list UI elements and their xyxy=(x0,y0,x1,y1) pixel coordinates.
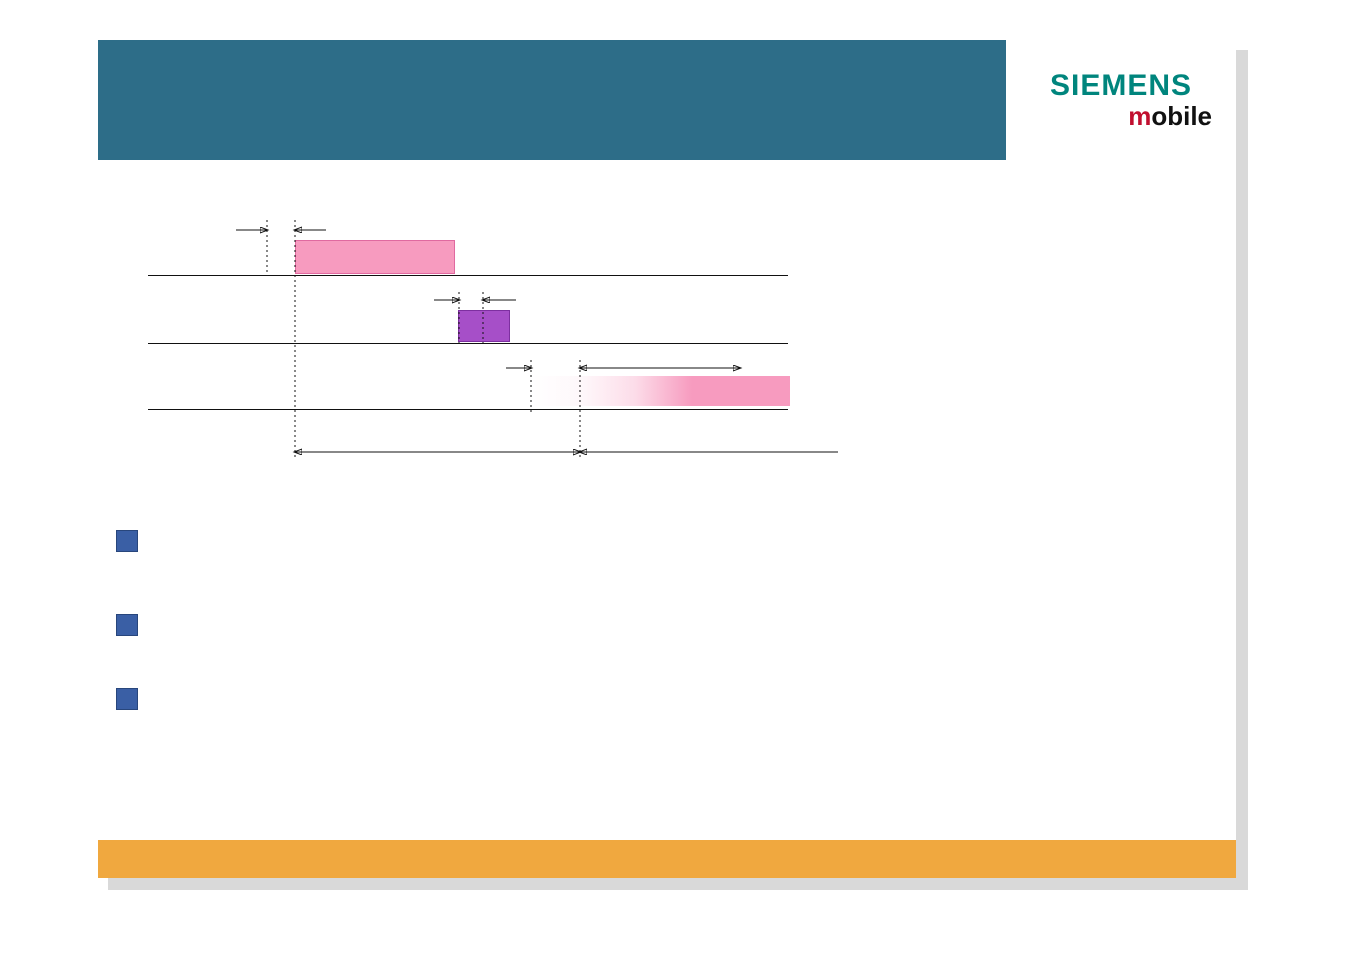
brand-sub-rest: obile xyxy=(1151,101,1212,131)
footer-bar xyxy=(98,840,1236,878)
bullet-square-3 xyxy=(116,688,138,710)
brand-name: SIEMENS xyxy=(1050,69,1192,103)
brand-sub-m: m xyxy=(1128,101,1151,131)
bullet-square-1 xyxy=(116,530,138,552)
logo-block: SIEMENS mobile xyxy=(1006,40,1236,160)
timeline-overlay xyxy=(148,200,848,520)
brand-sub: mobile xyxy=(1128,101,1212,132)
header-bar xyxy=(98,40,1006,160)
slide: SIEMENS mobile xyxy=(98,40,1236,878)
bullet-square-2 xyxy=(116,614,138,636)
content-area xyxy=(98,160,1236,840)
page: SIEMENS mobile xyxy=(0,0,1351,954)
